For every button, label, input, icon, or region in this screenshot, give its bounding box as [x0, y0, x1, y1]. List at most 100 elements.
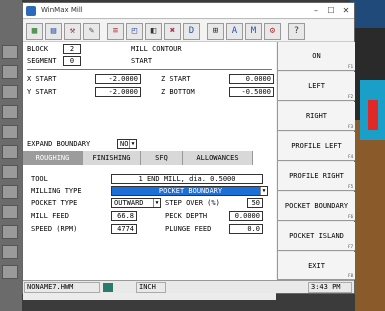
setup-icon[interactable]: ✎ [83, 23, 100, 40]
peck-depth-field[interactable]: 0.0000 [229, 211, 263, 221]
z-start-field[interactable]: 0.0000 [229, 74, 274, 84]
auto-mode-icon[interactable]: A [226, 23, 243, 40]
tool-icon[interactable] [2, 125, 18, 139]
input-icon[interactable]: ⊞ [207, 23, 224, 40]
f6-key: F6 [348, 214, 353, 219]
tool-icon[interactable] [2, 145, 18, 159]
left-button[interactable]: LEFT F2 [278, 72, 355, 101]
model-preview-part [368, 100, 378, 130]
milling-type-value: POCKET BOUNDARY [158, 187, 223, 195]
tab-bar: ROUGHING FINISHING SFQ ALLOWANCES [23, 151, 276, 165]
stepover-field[interactable]: 50 [247, 198, 263, 208]
pocket-boundary-button[interactable]: POCKET BOUNDARY F6 [278, 192, 355, 221]
left-panel [0, 0, 22, 311]
tool-icon[interactable] [2, 85, 18, 99]
graphics-icon[interactable]: ◰ [126, 23, 143, 40]
title-bar: WinMax Mill – ☐ ✕ [23, 3, 354, 19]
background-toolbar [350, 0, 385, 28]
3d-view-icon[interactable]: ◧ [145, 23, 162, 40]
exit-button[interactable]: EXIT F8 [278, 252, 355, 280]
dxf-icon[interactable]: D [183, 23, 200, 40]
winmax-window: WinMax Mill – ☐ ✕ ▦ ▤ ⚒ ✎ ≡ ◰ ◧ ✖ D ⊞ A … [22, 2, 355, 300]
profile-left-button[interactable]: PROFILE LEFT F4 [278, 132, 355, 161]
expand-boundary-value: NO [120, 140, 129, 148]
z-start-label: Z START [161, 75, 191, 83]
pocket-island-button[interactable]: POCKET ISLAND F7 [278, 222, 355, 251]
start-label: START [131, 57, 153, 65]
save-icon[interactable]: ▦ [26, 23, 43, 40]
tab-allowances[interactable]: ALLOWANCES [183, 151, 253, 165]
chevron-down-icon[interactable]: ▼ [153, 199, 160, 207]
tool-icon[interactable] [2, 65, 18, 79]
tool-icon[interactable] [2, 185, 18, 199]
mill-feed-field[interactable]: 66.8 [111, 211, 137, 221]
manual-mode-icon[interactable]: M [245, 23, 262, 40]
speed-label: SPEED (RPM) [31, 225, 78, 233]
tool-icon[interactable] [2, 245, 18, 259]
pocket-type-value: OUTWARD [114, 199, 144, 207]
tool-icon[interactable] [2, 165, 18, 179]
right-button-label: RIGHT [305, 112, 328, 120]
pocket-island-button-label: POCKET ISLAND [289, 232, 344, 240]
left-button-label: LEFT [308, 82, 325, 90]
tool-icon[interactable] [2, 265, 18, 279]
tool-icon[interactable] [2, 225, 18, 239]
block-field[interactable]: 2 [63, 44, 81, 54]
pocket-type-select[interactable]: OUTWARD ▼ [111, 198, 161, 208]
f5-key: F5 [348, 184, 353, 189]
on-button[interactable]: ON F1 [278, 42, 355, 71]
block-label: BLOCK [27, 45, 49, 53]
tab-roughing[interactable]: ROUGHING [23, 151, 83, 165]
f1-key: F1 [348, 64, 353, 69]
f8-key: F8 [348, 273, 353, 278]
close-button[interactable]: ✕ [339, 4, 353, 17]
segment-label: SEGMENT [27, 57, 57, 65]
chevron-down-icon[interactable]: ▼ [129, 140, 136, 148]
y-start-field[interactable]: -2.0000 [95, 87, 141, 97]
plunge-feed-label: PLUNGE FEED [165, 225, 212, 233]
tool-icon[interactable] [2, 105, 18, 119]
pocket-type-label: POCKET TYPE [31, 199, 78, 207]
x-start-field[interactable]: -2.0000 [95, 74, 141, 84]
window-title: WinMax Mill [41, 6, 83, 14]
expand-boundary-select[interactable]: NO ▼ [117, 139, 137, 149]
z-bottom-field[interactable]: -0.5000 [229, 87, 274, 97]
app-icon [26, 6, 36, 16]
on-button-label: ON [312, 52, 321, 60]
expand-boundary-label: EXPAND BOUNDARY [27, 140, 91, 148]
plunge-feed-field[interactable]: 0.0 [229, 224, 263, 234]
form-panel: BLOCK 2 MILL CONTOUR SEGMENT 0 START X S… [23, 42, 276, 300]
profile-right-button[interactable]: PROFILE RIGHT F5 [278, 162, 355, 191]
machine-icon [103, 283, 113, 292]
tool-icon[interactable] [2, 45, 18, 59]
delete-icon[interactable]: ✖ [164, 23, 181, 40]
clock-display: 3:43 PM [308, 282, 352, 293]
print-icon[interactable]: ▤ [45, 23, 62, 40]
segment-field[interactable]: 0 [63, 56, 81, 66]
stepover-label: STEP OVER (%) [165, 199, 220, 207]
help-icon[interactable]: ? [288, 23, 305, 40]
chevron-down-icon[interactable]: ▼ [260, 187, 267, 195]
toolbar: ▦ ▤ ⚒ ✎ ≡ ◰ ◧ ✖ D ⊞ A M ⚙ ? [23, 20, 354, 42]
program-icon[interactable]: ≡ [107, 23, 124, 40]
tool-library-icon[interactable]: ⚒ [64, 23, 81, 40]
exit-button-label: EXIT [308, 262, 325, 270]
profile-left-button-label: PROFILE LEFT [291, 142, 342, 150]
tool-setup-icon[interactable]: ⚙ [264, 23, 281, 40]
minimize-button[interactable]: – [309, 4, 323, 17]
status-bar: NONAME7.HWM INCH 3:43 PM [23, 280, 354, 293]
maximize-button[interactable]: ☐ [324, 4, 338, 17]
right-button[interactable]: RIGHT F3 [278, 102, 355, 131]
z-bottom-label: Z BOTTOM [161, 88, 195, 96]
tool-field[interactable]: 1 END MILL, dia. 0.5000 [111, 174, 263, 184]
milling-type-select[interactable]: POCKET BOUNDARY ▼ [111, 186, 268, 196]
profile-right-button-label: PROFILE RIGHT [289, 172, 344, 180]
tool-icon[interactable] [2, 205, 18, 219]
tab-sfq[interactable]: SFQ [141, 151, 183, 165]
tab-finishing[interactable]: FINISHING [83, 151, 141, 165]
background-model-panel [355, 120, 385, 311]
function-button-panel: ON F1 LEFT F2 RIGHT F3 PROFILE LEFT F4 PROFI… [277, 42, 355, 280]
y-start-label: Y START [27, 88, 57, 96]
divider [27, 69, 272, 70]
speed-field[interactable]: 4774 [111, 224, 137, 234]
